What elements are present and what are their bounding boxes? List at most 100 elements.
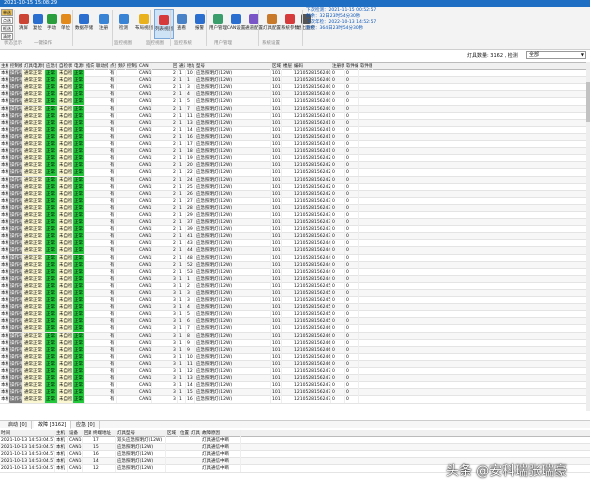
col-header[interactable]: 联动指向 [95, 63, 109, 70]
tab-fault[interactable]: 故障 [3162] [34, 421, 72, 429]
table-row[interactable]: 本机操作手动通常正常正常未自检正常有CAN1-1213应急照明灯(12W)101… [0, 84, 586, 92]
col-header[interactable]: 主机 [0, 63, 9, 70]
channel-config-button[interactable]: 通道配置 [244, 9, 264, 39]
table-row[interactable]: 本机操作手动通常正常正常未自检正常有CAN1-1319应急照明灯(12W)101… [0, 346, 586, 354]
log-row[interactable]: 2021-10-13 14:53:04.572本机CAN1-0-8 17双头应急照… [0, 437, 590, 445]
col-header[interactable]: 软件编号 [345, 63, 359, 70]
table-row[interactable]: 本机操作手动通常正常正常未自检正常有CAN1-12144应急照明灯(12W)10… [0, 247, 586, 255]
log-row[interactable]: 2021-10-13 14:53:04.572本机CAN1-0-8 15应急照明灯… [0, 444, 590, 452]
col-header[interactable]: 地址 [186, 63, 195, 70]
log-col-header[interactable]: 灯具 [190, 430, 201, 437]
list-view-button[interactable]: 列表视图 [154, 9, 174, 39]
table-row[interactable]: 本机操作手动通常正常正常未自检正常有CAN1-1318应急照明灯(12W)101… [0, 332, 586, 340]
table-row[interactable]: 本机操作手动通常正常正常未自检正常有CAN1-12118应急照明灯(12W)10… [0, 148, 586, 156]
filter-dropdown[interactable]: 全部 ▼ [526, 51, 586, 59]
clear-screen-button[interactable]: 清屏 [16, 9, 31, 39]
table-row[interactable]: 本机操作手动通常正常正常未自检正常有CAN1-1315应急照明灯(12W)101… [0, 311, 586, 319]
reset-button[interactable]: 复位 [30, 9, 45, 39]
table-row[interactable]: 本机操作手动通常正常正常未自检正常有CAN1-1312应急照明灯(12W)101… [0, 282, 586, 290]
col-header[interactable]: 指向 [85, 63, 95, 70]
log-col-header[interactable]: 灯具型号 [116, 430, 166, 437]
table-row[interactable]: 本机操作手动通常正常正常未自检正常有CAN1-12137应急照明灯(12W)10… [0, 219, 586, 227]
col-header[interactable]: 灯具电源状态 [23, 63, 45, 70]
log-col-header[interactable]: 时间 [0, 430, 55, 437]
log-col-header[interactable]: 故障原因 [201, 430, 241, 437]
col-header[interactable]: 电源状态 [73, 63, 85, 70]
table-row[interactable]: 本机操作手动通常正常正常未自检正常有CAN1-12111应急照明灯(12W)10… [0, 112, 586, 120]
data-storage-button[interactable]: 数据存储 [74, 9, 94, 39]
mode-point-button[interactable]: 点选 [1, 17, 13, 24]
layout-view-button[interactable]: 布局视图 [134, 9, 154, 39]
table-row[interactable]: 本机操作手动通常正常正常未自检正常有CAN1-1214应急照明灯(12W)101… [0, 91, 586, 99]
col-header[interactable]: 频闪 [117, 63, 126, 70]
mode-single-button[interactable]: 单选 [1, 9, 13, 16]
table-row[interactable]: 本机操作手动通常正常正常未自检正常有CAN1-12141应急照明灯(12W)10… [0, 233, 586, 241]
table-row[interactable]: 本机操作手动通常正常正常未自检正常有CAN1-13114应急照明灯(12W)10… [0, 382, 586, 390]
table-row[interactable]: 本机操作手动通常正常正常未自检正常有CAN1-1211应急照明灯(12W)101… [0, 77, 586, 85]
tab-emergency[interactable]: 应急 [0] [72, 421, 100, 429]
check-button[interactable]: 检测 [116, 9, 131, 39]
table-row[interactable]: 本机操作手动通常正常正常未自检正常有CAN1-1215应急照明灯(12W)101… [0, 98, 586, 106]
log-col-header[interactable]: 主机 [55, 430, 68, 437]
table-row[interactable]: 本机操作手动通常正常正常未自检正常有CAN1-12152应急照明灯(12W)10… [0, 261, 586, 269]
log-col-header[interactable]: 回路 [83, 430, 92, 437]
table-row[interactable]: 本机操作手动通常正常正常未自检正常有CAN1-12129应急照明灯(12W)10… [0, 211, 586, 220]
table-row[interactable]: 本机操作手动通常正常正常未自检正常有CAN1-12153应急照明灯(12W)10… [0, 268, 586, 276]
tab-start[interactable]: 启动 [0] [4, 421, 32, 429]
table-scrollbar[interactable] [586, 62, 590, 411]
col-header[interactable]: 软件版本 [359, 63, 373, 70]
alarm-button[interactable]: 报警 [192, 9, 207, 39]
user-manage-button[interactable]: 用户管理 [208, 9, 228, 39]
table-row[interactable]: 本机操作手动通常正常正常未自检正常有CAN1-1313应急照明灯(12W)101… [0, 297, 586, 305]
table-row[interactable]: 本机操作手动通常正常正常未自检正常有CAN1-12122应急照明灯(12W)10… [0, 169, 586, 177]
table-row[interactable]: 本机操作手动通常正常正常未自检正常有CAN1-13110应急照明灯(12W)10… [0, 353, 586, 361]
table-row[interactable]: 本机操作手动通常正常正常未自检正常有CAN1-12113应急照明灯(12W)10… [0, 119, 586, 127]
table-row[interactable]: 本机操作手动通常正常正常未自检正常有CAN1-12119应急照明灯(12W)10… [0, 155, 586, 163]
table-row[interactable]: 本机操作手动通常正常正常未自检正常有CAN1-12120应急照明灯(12W)10… [0, 162, 586, 170]
table-row[interactable]: 本机操作手动通常正常正常未自检正常有CAN1-1314应急照明灯(12W)101… [0, 304, 586, 312]
col-header[interactable]: CAN [138, 63, 152, 70]
col-header[interactable]: 注册状态 [331, 63, 345, 70]
table-row[interactable]: 本机操作手动通常正常正常未自检正常有CAN1-12125应急照明灯(12W)10… [0, 183, 586, 191]
manual-button[interactable]: 手动 [44, 9, 59, 39]
col-header[interactable]: 楼层 [282, 63, 293, 70]
col-header[interactable]: 型号 [195, 63, 271, 70]
table-row[interactable]: 本机操作手动通常正常正常未自检正常有CAN1-12116应急照明灯(12W)10… [0, 133, 586, 142]
table-row[interactable]: 本机操作手动通常正常正常未自检正常有CAN1-12126应急照明灯(12W)10… [0, 190, 586, 198]
table-row[interactable]: 本机操作手动通常正常正常未自检正常有CAN1-13112应急照明灯(12W)10… [0, 368, 586, 376]
col-header[interactable]: 点亮 [109, 63, 117, 70]
table-row[interactable]: 本机操作手动通常正常正常未自检正常有CAN1-12110应急照明灯(12W)10… [0, 70, 586, 78]
table-row[interactable]: 本机操作手动通常正常正常未自检正常有CAN1-12124应急照明灯(12W)10… [0, 176, 586, 184]
table-row[interactable]: 本机操作手动通常正常正常未自检正常有CAN1-12117应急照明灯(12W)10… [0, 141, 586, 149]
table-row[interactable]: 本机操作手动通常正常正常未自检正常有CAN1-13111应急照明灯(12W)10… [0, 360, 586, 369]
log-col-header[interactable]: 设备 [68, 430, 83, 437]
table-row[interactable]: 本机操作手动通常正常正常未自检正常有CAN1-13113应急照明灯(12W)10… [0, 375, 586, 383]
table-row[interactable]: 本机操作手动通常正常正常未自检正常有CAN1-1217应急照明灯(12W)101… [0, 105, 586, 113]
table-row[interactable]: 本机操作手动通常正常正常未自检正常有CAN1-1317应急照明灯(12W)101… [0, 325, 586, 333]
can-settings-button[interactable]: CAN设置 [226, 9, 246, 39]
log-row[interactable]: 2021-10-13 14:53:04.571本机CAN1-0-8 16应急照明灯… [0, 451, 590, 459]
table-row[interactable]: 本机操作手动通常正常正常未自检正常有CAN1-1319应急照明灯(12W)101… [0, 339, 586, 347]
table-row[interactable]: 本机操作手动通常正常正常未自检正常有CAN1-12148应急照明灯(12W)10… [0, 254, 586, 262]
col-header[interactable]: 区域 [271, 63, 282, 70]
table-row[interactable]: 本机操作手动通常正常正常未自检正常有CAN1-12139应急照明灯(12W)10… [0, 226, 586, 234]
col-header[interactable]: 控制器 [126, 63, 138, 70]
col-header[interactable]: 自检状态 [58, 63, 73, 70]
mode-clear-button[interactable]: 清除 [1, 33, 13, 40]
log-col-header[interactable]: 位置 [179, 430, 190, 437]
col-header[interactable]: 编码 [293, 63, 331, 70]
log-col-header[interactable]: 区域 [166, 430, 179, 437]
table-row[interactable]: 本机操作手动通常正常正常未自检正常有CAN1-13116应急照明灯(12W)10… [0, 396, 586, 404]
col-header[interactable]: 控制模式 [9, 63, 23, 70]
table-row[interactable]: 本机操作手动通常正常正常未自检正常有CAN1-12143应急照明灯(12W)10… [0, 240, 586, 248]
col-header[interactable]: 应急状态 [45, 63, 58, 70]
col-header[interactable]: 通道 [178, 63, 186, 70]
table-row[interactable]: 本机操作手动通常正常正常未自检正常有CAN1-1311应急照明灯(12W)101… [0, 275, 586, 283]
lamp-config-button[interactable]: 灯具配置 [262, 9, 282, 39]
register-button[interactable]: 注册 [96, 9, 111, 39]
mode-box-button[interactable]: 框选 [1, 25, 13, 32]
table-row[interactable]: 本机操作手动通常正常正常未自检正常有CAN1-12128应急照明灯(12W)10… [0, 204, 586, 212]
unit-button[interactable]: 单位 [58, 9, 73, 39]
table-row[interactable]: 本机操作手动通常正常正常未自检正常有CAN1-13115应急照明灯(12W)10… [0, 389, 586, 397]
table-row[interactable]: 本机操作手动通常正常正常未自检正常有CAN1-1313应急照明灯(12W)101… [0, 290, 586, 298]
